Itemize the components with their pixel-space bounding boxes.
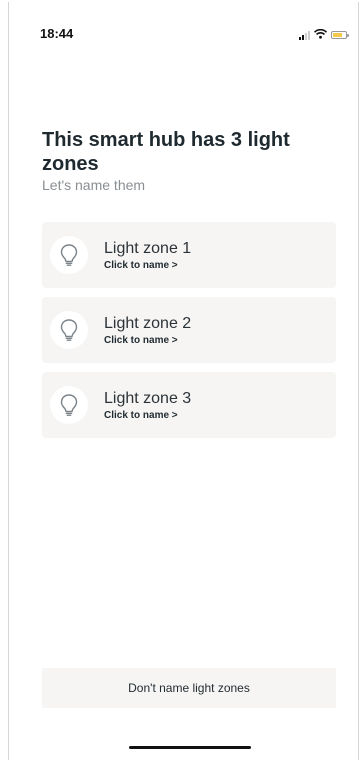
battery-charging-icon <box>331 31 349 39</box>
light-zone-name: Light zone 1 <box>104 240 192 257</box>
lightbulb-icon <box>50 236 88 274</box>
light-zone-name: Light zone 3 <box>104 390 192 407</box>
page-subtitle: Let's name them <box>42 177 146 193</box>
lightbulb-icon <box>50 386 88 424</box>
light-zone-card-2[interactable]: Light zone 2 Click to name > <box>42 297 336 363</box>
status-icons <box>299 26 349 44</box>
light-zone-card-3[interactable]: Light zone 3 Click to name > <box>42 372 336 438</box>
signal-icon <box>299 30 310 40</box>
click-to-name-link[interactable]: Click to name > <box>104 410 191 421</box>
status-bar: 18:44 <box>0 0 363 64</box>
dont-name-zones-button[interactable]: Don't name light zones <box>42 668 336 708</box>
status-time: 18:44 <box>40 26 74 41</box>
click-to-name-link[interactable]: Click to name > <box>104 335 191 346</box>
light-zone-name: Light zone 2 <box>104 315 192 332</box>
wifi-icon <box>313 26 328 44</box>
light-zone-card-1[interactable]: Light zone 1 Click to name > <box>42 222 336 288</box>
light-zone-list: Light zone 1 Click to name > Light zone … <box>42 222 336 447</box>
lightbulb-icon <box>50 311 88 349</box>
page-title: This smart hub has 3 light zones <box>42 129 290 175</box>
home-indicator[interactable] <box>129 746 251 749</box>
click-to-name-link[interactable]: Click to name > <box>104 260 191 271</box>
